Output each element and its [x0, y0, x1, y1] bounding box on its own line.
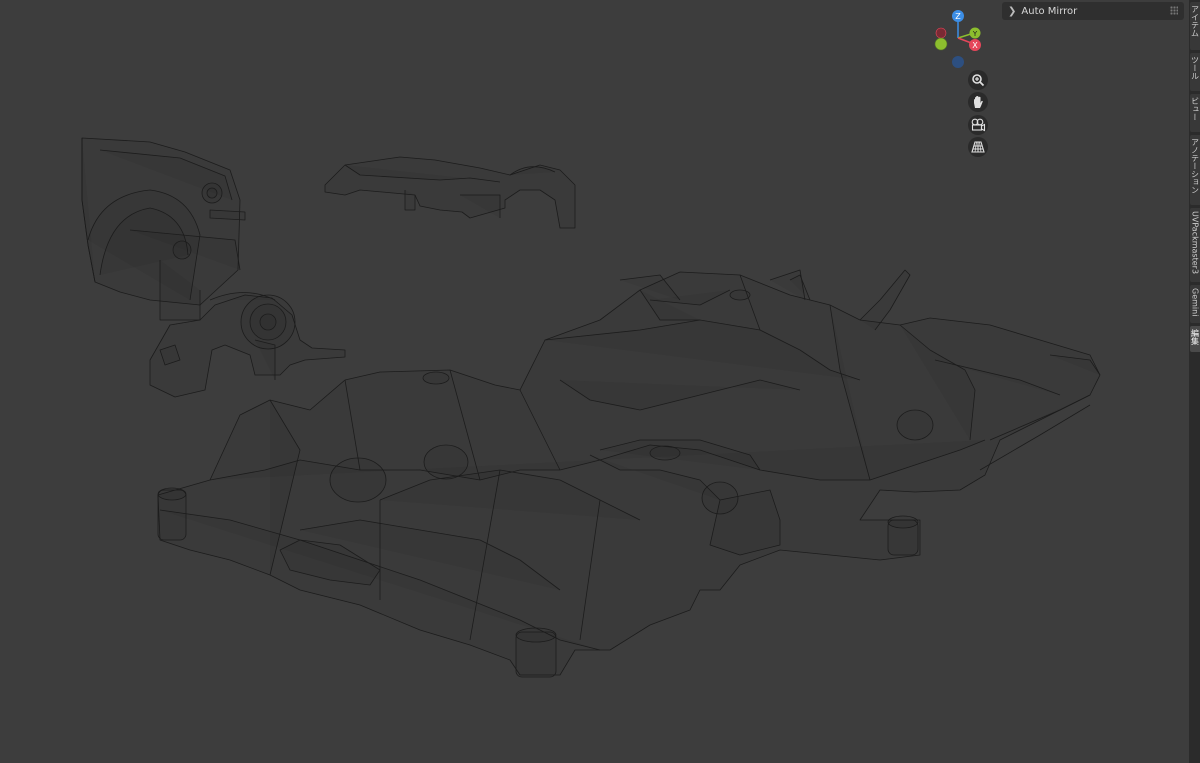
neg-x-axis-handle[interactable] [935, 27, 947, 39]
bracket-part-top[interactable] [324, 156, 576, 229]
tab-tool-label: ツール [1190, 56, 1200, 80]
orientation-gizmo[interactable]: Z Y X [930, 8, 986, 72]
tab-item[interactable]: アイテム [1190, 2, 1200, 50]
magnifier-plus-icon [972, 74, 985, 87]
tab-edit-label: 編集 [1190, 329, 1200, 345]
tab-gemini[interactable]: Gemini [1190, 285, 1200, 323]
z-axis-label: Z [955, 12, 961, 21]
3d-viewport[interactable]: Z Y X ❯ Auto Mirror アイテム ツール ビュー アノテーション… [0, 0, 1200, 763]
perspective-toggle-button[interactable] [968, 137, 988, 157]
tab-tool[interactable]: ツール [1190, 53, 1200, 91]
tab-gemini-label: Gemini [1190, 288, 1200, 317]
chassis-body[interactable] [157, 269, 1101, 678]
operator-label: Auto Mirror [1021, 5, 1078, 17]
pan-button[interactable] [968, 92, 988, 112]
chevron-right-icon[interactable]: ❯ [1008, 6, 1016, 17]
sidebar-tab-strip: アイテム ツール ビュー アノテーション UVPackmaster3 Gemin… [1189, 0, 1200, 763]
last-operator-panel[interactable]: ❯ Auto Mirror [1002, 2, 1184, 20]
grid-perspective-icon [971, 141, 985, 153]
hand-icon [974, 96, 983, 108]
tab-view-label: ビュー [1190, 97, 1200, 121]
tab-uvpackmaster3-label: UVPackmaster3 [1190, 211, 1200, 275]
bracket-part-left[interactable] [81, 137, 246, 321]
tab-item-label: アイテム [1190, 5, 1200, 37]
camera-view-button[interactable] [968, 115, 988, 135]
tab-edit[interactable]: 編集 [1190, 326, 1200, 352]
neg-z-axis-handle[interactable] [952, 56, 964, 68]
tab-uvpackmaster3[interactable]: UVPackmaster3 [1190, 208, 1200, 282]
y-axis-label: Y [972, 30, 978, 38]
neg-y-axis-handle[interactable] [934, 37, 948, 51]
tab-annotation-label: アノテーション [1190, 138, 1200, 194]
camera-icon [971, 118, 986, 132]
tab-annotation[interactable]: アノテーション [1190, 135, 1200, 205]
wireframe-scene[interactable] [0, 0, 1190, 763]
drag-grip-icon[interactable] [1170, 6, 1178, 15]
tab-view[interactable]: ビュー [1190, 94, 1200, 132]
zoom-button[interactable] [968, 70, 988, 90]
x-axis-label: X [972, 41, 978, 50]
